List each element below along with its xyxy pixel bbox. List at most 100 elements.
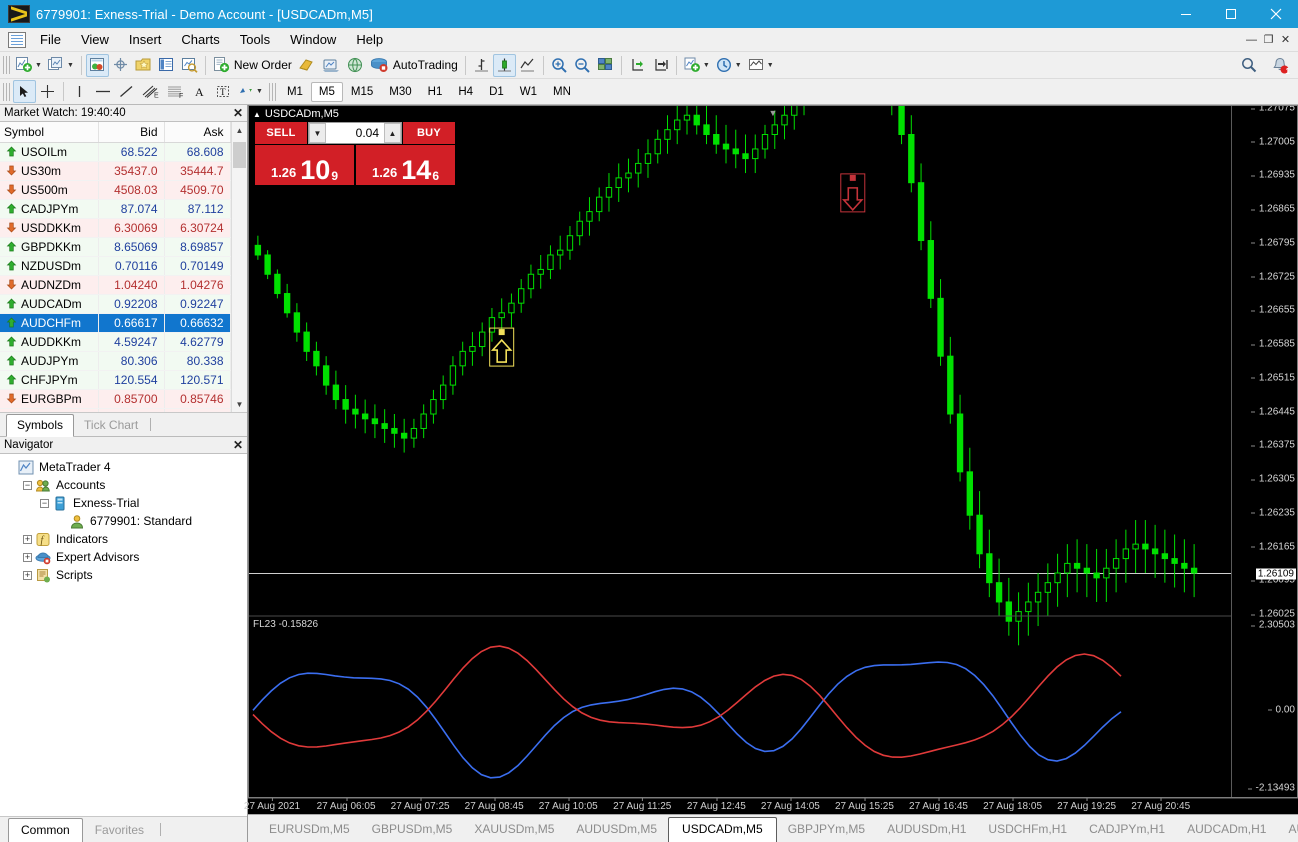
table-row[interactable]: AUDDKKm 4.59247 4.62779 xyxy=(0,332,231,352)
timeframe-m15[interactable]: M15 xyxy=(343,82,381,102)
chart-tab[interactable]: USDCADm,M5 xyxy=(668,817,777,842)
tree-toggle-plus-icon[interactable]: + xyxy=(23,534,32,544)
zoom-in-icon[interactable] xyxy=(548,54,571,77)
new-order-button[interactable]: New Order xyxy=(210,54,295,77)
table-row[interactable]: CADJPYm 87.074 87.112 xyxy=(0,199,231,219)
sell-button-label[interactable]: SELL xyxy=(255,122,307,144)
volume-value[interactable]: 0.04 xyxy=(326,126,384,140)
symbol-cell[interactable]: US500m xyxy=(0,180,99,200)
menu-item-help[interactable]: Help xyxy=(346,29,393,50)
table-row[interactable]: CHFJPYm 120.554 120.571 xyxy=(0,370,231,390)
minimize-icon[interactable] xyxy=(1163,0,1208,28)
scroll-down-icon[interactable]: ▼ xyxy=(231,396,247,412)
navigator-icon[interactable] xyxy=(132,54,155,77)
candlestick-chart-icon[interactable] xyxy=(492,53,516,77)
tree-toggle-plus-icon[interactable]: + xyxy=(23,570,32,580)
trendline-icon[interactable] xyxy=(115,80,138,103)
tile-windows-icon[interactable] xyxy=(594,54,617,77)
tree-node-expert-advisors[interactable]: + Expert Advisors xyxy=(2,548,247,566)
symbol-cell[interactable]: USDDKKm xyxy=(0,218,99,238)
menu-item-insert[interactable]: Insert xyxy=(119,29,172,50)
symbol-cell[interactable]: AUDCADm xyxy=(0,294,99,314)
shapes-arrows-icon[interactable]: ▼ xyxy=(234,80,266,103)
text-icon[interactable]: A xyxy=(188,80,211,103)
volume-stepper[interactable]: ▼ 0.04 ▲ xyxy=(308,122,402,144)
buy-button-label[interactable]: BUY xyxy=(403,122,455,144)
market-watch-scrollbar[interactable]: ▲ ▼ xyxy=(230,122,247,412)
child-minimize-icon[interactable]: — xyxy=(1243,31,1260,48)
tree-node-indicators[interactable]: + f Indicators xyxy=(2,530,247,548)
tree-node-6779901-standard[interactable]: 6779901: Standard xyxy=(2,512,247,530)
text-label-icon[interactable]: T xyxy=(211,80,234,103)
auto-scroll-icon[interactable] xyxy=(649,54,672,77)
new-chart-icon[interactable]: ▼ xyxy=(13,54,45,77)
table-row[interactable]: AUDJPYm 80.306 80.338 xyxy=(0,351,231,371)
table-row[interactable]: EURAUDm1.613071.61345 xyxy=(0,408,231,412)
search-icon[interactable] xyxy=(1237,54,1260,77)
symbol-cell[interactable]: AUDNZDm xyxy=(0,275,99,295)
bar-chart-icon[interactable] xyxy=(470,54,493,77)
table-row[interactable]: AUDNZDm 1.04240 1.04276 xyxy=(0,275,231,295)
tree-node-scripts[interactable]: + Scripts xyxy=(2,566,247,584)
zoom-out-icon[interactable] xyxy=(571,54,594,77)
chart-tab[interactable]: AU xyxy=(1277,818,1298,842)
table-row[interactable]: NZDUSDm 0.70116 0.70149 xyxy=(0,256,231,276)
timeframe-h1[interactable]: H1 xyxy=(420,82,451,102)
subwindow-collapse-marker[interactable]: ▼ xyxy=(769,108,778,118)
terminal-icon[interactable] xyxy=(155,54,178,77)
tab-favorites[interactable]: Favorites xyxy=(83,819,156,842)
crosshair-icon[interactable] xyxy=(36,80,59,103)
tab-symbols[interactable]: Symbols xyxy=(6,414,75,437)
navigator-close-icon[interactable]: ✕ xyxy=(233,438,243,452)
chart-tab[interactable]: EURUSDm,M5 xyxy=(258,818,361,842)
table-row[interactable]: EURGBPm 0.85700 0.85746 xyxy=(0,389,231,409)
autotrading-button[interactable]: AutoTrading xyxy=(367,54,461,77)
timeframe-m30[interactable]: M30 xyxy=(381,82,419,102)
price-axis[interactable]: 1.27075 1.27005 1.26935 1.26865 1.26795 1.267… xyxy=(1231,106,1297,797)
indicators-icon[interactable]: ▼ xyxy=(681,54,713,77)
symbol-cell[interactable]: AUDJPYm xyxy=(0,351,99,371)
symbol-cell[interactable]: EURAUDm xyxy=(0,408,99,412)
stepper-up-icon[interactable]: ▲ xyxy=(384,123,401,143)
buy-price-button[interactable]: 1.26 14 6 xyxy=(356,145,455,185)
tree-node-accounts[interactable]: − Accounts xyxy=(2,476,247,494)
templates-icon[interactable]: ▼ xyxy=(745,54,777,77)
table-row[interactable]: US500m 4508.03 4509.70 xyxy=(0,180,231,200)
chart-shift-icon[interactable] xyxy=(626,54,649,77)
symbol-cell[interactable]: USOILm xyxy=(0,142,99,162)
symbol-cell[interactable]: AUDCHFm xyxy=(0,313,99,333)
symbol-cell[interactable]: NZDUSDm xyxy=(0,256,99,276)
tree-toggle-minus-icon[interactable]: − xyxy=(23,480,32,490)
sell-price-button[interactable]: 1.26 10 9 xyxy=(255,145,354,185)
symbol-cell[interactable]: GBPDKKm xyxy=(0,237,99,257)
stepper-down-icon[interactable]: ▼ xyxy=(309,123,326,143)
tree-node-exness-trial[interactable]: − Exness-Trial xyxy=(2,494,247,512)
menu-item-view[interactable]: View xyxy=(71,29,119,50)
menu-item-file[interactable]: File xyxy=(30,29,71,50)
data-window-icon[interactable] xyxy=(109,54,132,77)
metaeditor-icon[interactable] xyxy=(295,54,319,77)
timeframe-w1[interactable]: W1 xyxy=(512,82,545,102)
tree-node-metatrader-4[interactable]: MetaTrader 4 xyxy=(2,458,247,476)
chart-tab[interactable]: GBPJPYm,M5 xyxy=(777,818,876,842)
tree-toggle-minus-icon[interactable]: − xyxy=(40,498,49,508)
chart-tab[interactable]: AUDUSDm,M5 xyxy=(565,818,668,842)
timeframe-m1[interactable]: M1 xyxy=(279,82,311,102)
fibonacci-retracement-icon[interactable]: F xyxy=(163,80,188,103)
strategy-tester-icon[interactable] xyxy=(178,54,201,77)
timeframe-h4[interactable]: H4 xyxy=(450,82,481,102)
table-row[interactable]: US30m 35437.0 35444.7 xyxy=(0,161,231,181)
alerts-notification-icon[interactable]: 1 xyxy=(1268,54,1292,77)
timeframe-m5[interactable]: M5 xyxy=(310,81,343,102)
market-watch-close-icon[interactable]: ✕ xyxy=(233,106,243,120)
table-row[interactable]: USDDKKm 6.30069 6.30724 xyxy=(0,218,231,238)
toolbar-grip[interactable] xyxy=(3,56,10,74)
chart-tab[interactable]: CADJPYm,H1 xyxy=(1078,818,1176,842)
toolbar2-grip[interactable] xyxy=(3,82,10,101)
expert-advisors-icon[interactable] xyxy=(319,54,343,77)
chart-canvas[interactable]: ▲ USDCADm,M5 ▼ SELL ▼ 0.04 ▲ BUY 1.26 10… xyxy=(248,105,1298,798)
column-header-ask[interactable]: Ask xyxy=(164,122,231,143)
column-header-symbol[interactable]: Symbol xyxy=(0,122,99,143)
symbol-cell[interactable]: US30m xyxy=(0,161,99,181)
mql5-community-icon[interactable] xyxy=(343,54,367,77)
